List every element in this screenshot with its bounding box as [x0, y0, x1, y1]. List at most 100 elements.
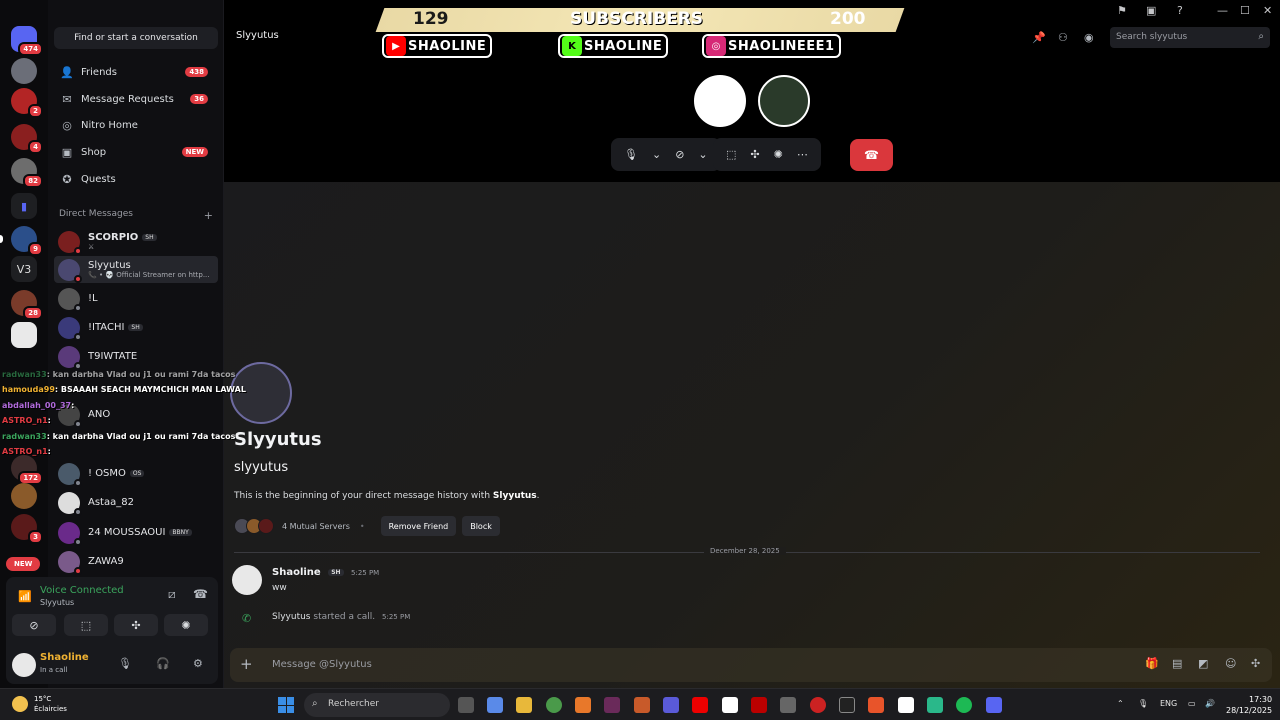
netflix-icon[interactable] — [751, 697, 767, 713]
help-icon[interactable]: ? — [1177, 4, 1183, 17]
voice-channel-name[interactable]: Slyyutus — [40, 598, 74, 607]
nav-message-requests[interactable]: ✉ Message Requests 36 — [54, 87, 218, 111]
more-icon[interactable]: ⋯ — [797, 148, 808, 161]
server-icon[interactable]: 3 — [11, 514, 43, 544]
server-icon[interactable]: 28 — [11, 290, 43, 320]
server-icon[interactable]: 2 — [11, 88, 43, 118]
monitor-icon[interactable]: ▣ — [1146, 4, 1156, 17]
task-view-icon[interactable] — [458, 697, 474, 713]
dm-item[interactable]: Astaa_82 — [54, 489, 218, 516]
brave-icon[interactable] — [868, 697, 884, 713]
sticker-icon[interactable]: ◩ — [1198, 657, 1208, 670]
user-profile-icon[interactable]: ◉ — [1084, 31, 1094, 44]
dm-item[interactable]: Slyyutus 📞 • 💀 Official Streamer on http… — [54, 256, 218, 283]
nav-nitro-home[interactable]: ◎ Nitro Home — [54, 113, 218, 137]
screen-share-button[interactable]: ⬚ — [64, 614, 108, 636]
teams-icon[interactable] — [663, 697, 679, 713]
network-icon[interactable]: ▭ — [1188, 699, 1196, 708]
opera-icon[interactable] — [810, 697, 826, 713]
dm-item[interactable]: 24 MOUSSAOUI BBNY — [54, 519, 218, 546]
noise-suppression-icon[interactable]: ⧄ — [168, 587, 176, 602]
pin-icon[interactable]: 📌 — [1032, 31, 1046, 44]
chrome-icon[interactable] — [546, 697, 562, 713]
copilot-icon[interactable] — [487, 697, 503, 713]
discord-icon[interactable] — [986, 697, 1002, 713]
add-dm-icon[interactable]: + — [204, 209, 213, 222]
dm-item[interactable]: ! OSMO OS — [54, 460, 218, 487]
weather-widget[interactable]: 15°C Éclaircies — [34, 694, 67, 714]
voice-connected-title[interactable]: Voice Connected — [40, 585, 124, 596]
inbox-icon[interactable]: ⚑ — [1117, 4, 1127, 17]
dm-item[interactable]: !ITACHI SH — [54, 314, 218, 341]
screen-share-icon[interactable]: ⬚ — [726, 148, 736, 161]
emoji-icon[interactable]: ☺ — [1225, 657, 1236, 670]
settings-icon[interactable]: ⚙ — [193, 657, 203, 670]
mic-icon[interactable]: 🎙 — [1138, 699, 1148, 708]
app-icon[interactable] — [575, 697, 591, 713]
nav-friends[interactable]: 👤 Friends 438 — [54, 60, 218, 84]
search-input[interactable]: Search slyyutus ⌕ — [1110, 27, 1270, 48]
server-icon[interactable]: 172 — [11, 455, 43, 485]
camera-off-button[interactable]: ⊘ — [12, 614, 56, 636]
server-icon[interactable]: V3 — [11, 256, 37, 282]
youtube-icon[interactable] — [692, 697, 708, 713]
close-icon[interactable]: ✕ — [1263, 4, 1272, 17]
file-explorer-icon[interactable] — [516, 697, 532, 713]
chevron-down-icon[interactable]: ⌄ — [652, 148, 661, 161]
nav-shop[interactable]: ▣ Shop NEW — [54, 140, 218, 164]
server-icon[interactable]: 4 — [11, 124, 43, 154]
server-icon[interactable] — [11, 322, 37, 348]
add-friends-icon[interactable]: ⚇ — [1058, 31, 1068, 44]
minimize-icon[interactable]: — — [1217, 4, 1228, 17]
app-icon[interactable] — [839, 697, 855, 713]
headphones-icon[interactable]: 🎧 — [156, 657, 170, 670]
soundboard-icon[interactable]: ✺ — [774, 148, 783, 161]
discord-home-icon[interactable]: 474 — [11, 26, 43, 56]
start-icon[interactable] — [278, 697, 294, 713]
dm-item[interactable]: ANO — [54, 401, 218, 428]
chevron-down-icon[interactable]: ⌄ — [698, 148, 707, 161]
message-composer[interactable]: + Message @Slyyutus 🎁 ▤ ◩ ☺ ✣ — [230, 648, 1272, 682]
spotify-icon[interactable] — [956, 697, 972, 713]
dm-item[interactable]: T9IWTATE — [54, 343, 218, 370]
app-icon[interactable] — [634, 697, 650, 713]
chevron-up-icon[interactable]: ⌃ — [1117, 699, 1124, 708]
language-indicator[interactable]: ENG — [1160, 699, 1177, 708]
taskbar-search[interactable]: ⌕ Rechercher — [304, 693, 450, 717]
camera-off-icon[interactable]: ⊘ — [675, 148, 684, 161]
avatar[interactable] — [232, 565, 262, 595]
server-icon[interactable] — [11, 483, 37, 509]
mic-icon[interactable]: 🎙 — [118, 657, 132, 670]
weather-icon[interactable] — [12, 696, 28, 712]
end-call-button[interactable]: ☎ — [850, 139, 893, 171]
volume-icon[interactable]: 🔊 — [1205, 699, 1215, 708]
nav-quests[interactable]: ✪ Quests — [54, 167, 218, 191]
clock[interactable]: 17:30 28/12/2025 — [1226, 694, 1272, 716]
activities-icon[interactable]: ✣ — [750, 148, 759, 161]
mutual-servers-link[interactable]: 4 Mutual Servers — [282, 522, 350, 531]
signal-icon[interactable]: 📶 — [18, 590, 32, 603]
system-actor[interactable]: Slyyutus — [272, 612, 311, 622]
dm-item[interactable]: ZAWA9 — [54, 548, 218, 575]
avatar[interactable] — [12, 653, 36, 677]
apps-icon[interactable]: ✣ — [1251, 657, 1260, 670]
maximize-icon[interactable]: ☐ — [1240, 4, 1250, 17]
remove-friend-button[interactable]: Remove Friend — [380, 516, 457, 536]
plus-icon[interactable]: + — [240, 655, 253, 673]
message-author[interactable]: Shaoline — [272, 567, 321, 578]
app-icon[interactable] — [722, 697, 738, 713]
find-conversation-button[interactable]: Find or start a conversation — [54, 27, 218, 49]
disconnect-icon[interactable]: ☎ — [193, 587, 208, 601]
app-icon[interactable] — [780, 697, 796, 713]
call-avatar[interactable] — [758, 75, 810, 127]
server-icon[interactable]: 9 — [11, 226, 43, 256]
gif-icon[interactable]: ▤ — [1172, 657, 1182, 670]
folder-icon[interactable]: ▮ — [11, 193, 37, 219]
activities-button[interactable]: ✣ — [114, 614, 158, 636]
call-avatar[interactable] — [694, 75, 746, 127]
mic-icon[interactable]: 🎙 — [624, 148, 638, 161]
user-name[interactable]: Shaoline — [40, 652, 89, 663]
new-badge[interactable]: NEW — [6, 557, 41, 571]
app-icon[interactable] — [604, 697, 620, 713]
gift-icon[interactable]: 🎁 — [1145, 657, 1159, 670]
